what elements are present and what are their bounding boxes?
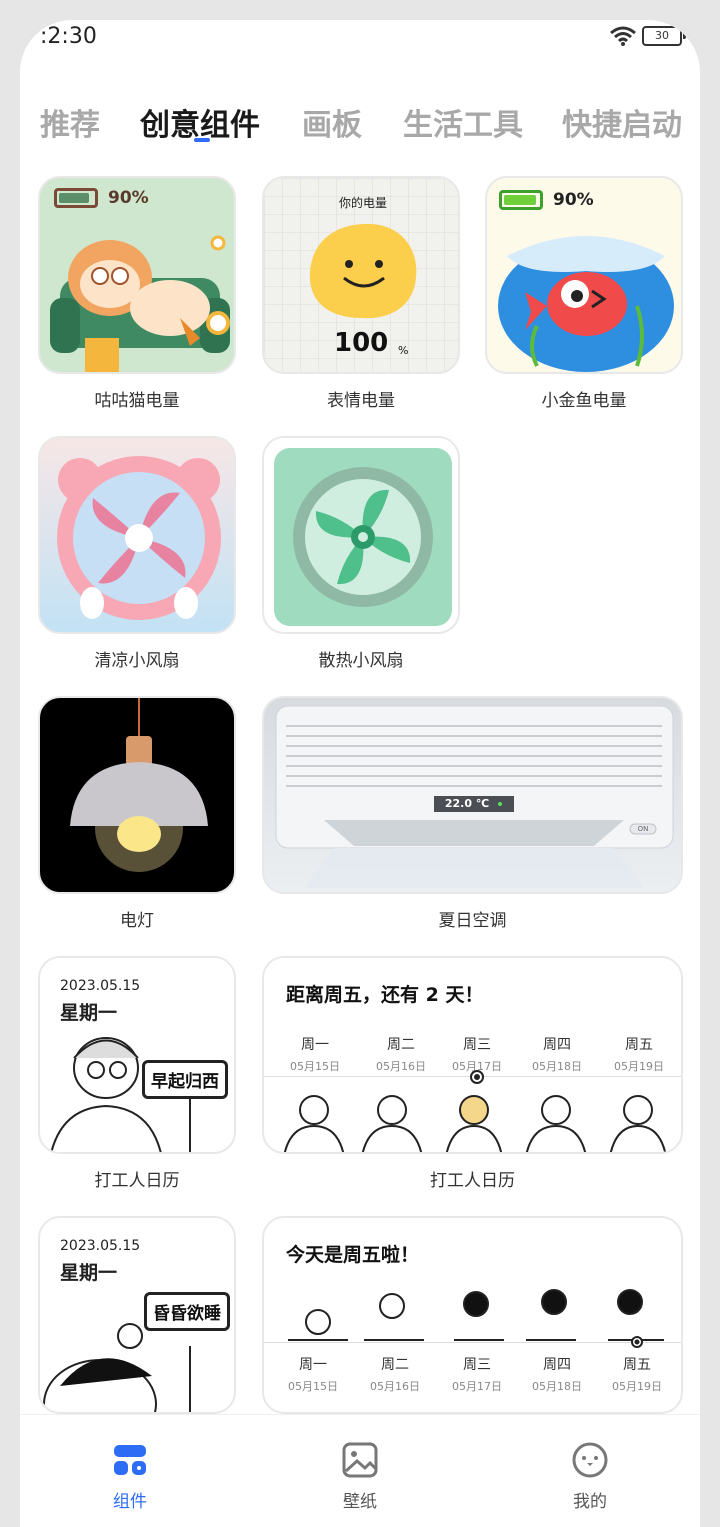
wifi-icon — [610, 26, 636, 46]
status-icons: 30 — [610, 26, 686, 46]
widget-label: 打工人日历 — [430, 1171, 515, 1191]
active-tab-indicator — [194, 138, 210, 142]
battery-percent: 90% — [553, 190, 594, 210]
today-marker-icon — [470, 1070, 484, 1084]
worker-characters-illustration — [283, 1095, 667, 1152]
nav-widgets[interactable]: 组件 — [90, 1441, 170, 1512]
weekday-column-current: 周五 05月19日 — [612, 1357, 662, 1393]
smiley-face-icon — [309, 223, 417, 319]
worker-calendar-wide-widget[interactable]: 距离周五，还有 2 天！ 周一 05月15日 周二 05月16日 周三 05月17日 … — [262, 956, 683, 1154]
friday-title: 今天是周五啦！ — [286, 1244, 420, 1266]
power-switch-label[interactable]: ON — [630, 824, 656, 834]
widget-label: 打工人日历 — [94, 1171, 180, 1191]
bottom-navigation: 组件 壁纸 我的 — [20, 1414, 700, 1527]
heat-fan-widget[interactable] — [262, 436, 460, 634]
nav-label: 我的 — [573, 1492, 607, 1512]
calendar-weekday: 星期一 — [60, 1262, 118, 1284]
sleepy-calendar-small-widget[interactable]: 2023.05.15 星期一 昏昏欲睡 — [38, 1216, 236, 1414]
air-conditioner-widget[interactable]: 22.0 ℃ ON — [262, 696, 683, 894]
widget-label: 小金鱼电量 — [541, 391, 627, 411]
pink-fan-illustration — [57, 456, 221, 620]
weekday-column: 周一 05月15日 — [290, 1037, 340, 1073]
calendar-date: 2023.05.15 — [60, 1238, 141, 1254]
weekday-column: 周二 05月16日 — [376, 1037, 426, 1073]
category-tabs: 推荐 创意组件 画板 生活工具 快捷启动 — [20, 80, 700, 143]
nav-label: 组件 — [113, 1492, 147, 1512]
widget-label: 夏日空调 — [438, 911, 507, 931]
lamp-widget[interactable] — [38, 696, 236, 894]
battery-percent: 90% — [108, 188, 149, 208]
face-icon — [572, 1442, 608, 1478]
weekday-column-current: 周三 05月17日 — [452, 1037, 502, 1073]
weekday-column: 周三 05月17日 — [452, 1357, 502, 1393]
status-time: :2:30 — [40, 24, 97, 49]
weekday-column: 周五 05月19日 — [614, 1037, 664, 1073]
friday-calendar-wide-widget[interactable]: 今天是周五啦！ 周一 05月15日 周二 05月16日 周三 05月17日 周四 05月… — [262, 1216, 683, 1414]
widget-label: 散热小风扇 — [318, 651, 404, 671]
widget-label: 表情电量 — [327, 391, 395, 411]
tab-drawing-board[interactable]: 画板 — [302, 100, 362, 144]
goldfish-battery-widget[interactable]: 90% — [485, 176, 683, 374]
nav-profile[interactable]: 我的 — [550, 1441, 630, 1512]
weekday-column: 周四 05月18日 — [532, 1357, 582, 1393]
lamp-illustration — [70, 698, 208, 872]
widget-label: 咕咕猫电量 — [94, 391, 180, 411]
weekday-column: 周一 05月15日 — [288, 1357, 338, 1393]
tab-life-tools[interactable]: 生活工具 — [403, 100, 523, 144]
tab-recommend[interactable]: 推荐 — [40, 100, 100, 144]
widgets-icon — [114, 1445, 146, 1475]
picture-icon — [342, 1442, 378, 1478]
calendar-sign: 昏昏欲睡 — [144, 1292, 230, 1331]
calendar-date: 2023.05.15 — [60, 978, 141, 994]
cat-on-sofa-illustration — [50, 235, 230, 372]
tab-quick-launch[interactable]: 快捷启动 — [562, 100, 682, 144]
goldfish-bowl-illustration — [498, 236, 674, 372]
nav-label: 壁纸 — [343, 1492, 377, 1512]
calendar-sign: 早起归西 — [142, 1060, 228, 1099]
worker-calendar-small-widget[interactable]: 2023.05.15 星期一 早起归西 — [38, 956, 236, 1154]
battery-icon — [54, 188, 98, 208]
weekday-column: 周二 05月16日 — [370, 1357, 420, 1393]
emoji-widget-title: 你的电量 — [338, 196, 387, 210]
temperature-display: 22.0 ℃ — [444, 797, 490, 810]
widget-label: 清凉小风扇 — [94, 651, 180, 671]
battery-value: 100 — [334, 328, 389, 358]
weekday-column: 周四 05月18日 — [532, 1037, 582, 1073]
nav-wallpaper[interactable]: 壁纸 — [320, 1441, 400, 1512]
cool-fan-widget[interactable] — [38, 436, 236, 634]
battery-icon: 30 — [642, 26, 686, 46]
sleepy-characters-illustration — [288, 1289, 664, 1341]
widget-label: 电灯 — [120, 911, 154, 931]
gugu-cat-battery-widget[interactable]: 90% — [38, 176, 236, 374]
timeline — [264, 1342, 681, 1343]
today-marker-icon — [631, 1336, 643, 1348]
battery-unit: % — [398, 344, 409, 357]
battery-icon — [499, 190, 543, 210]
emoji-battery-widget[interactable]: 你的电量 100 % — [262, 176, 460, 374]
countdown-title: 距离周五，还有 2 天！ — [286, 984, 484, 1006]
calendar-weekday: 星期一 — [60, 1002, 118, 1024]
green-fan-illustration — [274, 448, 452, 626]
